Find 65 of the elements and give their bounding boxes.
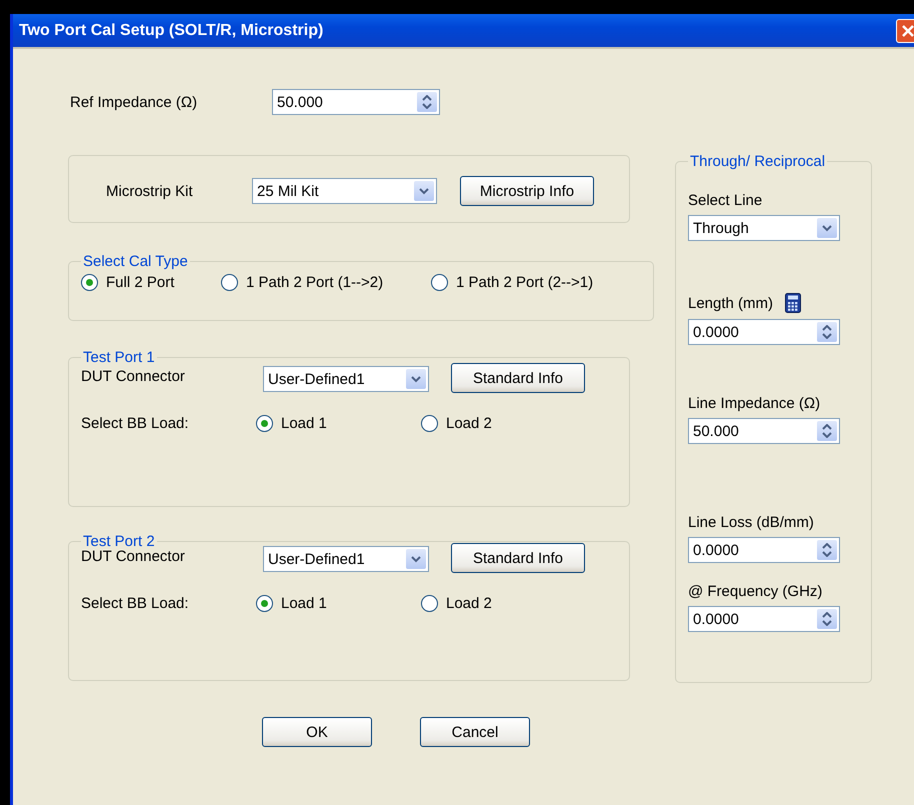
spin-buttons[interactable] [817, 421, 837, 441]
spin-buttons[interactable] [817, 609, 837, 629]
spin-buttons[interactable] [817, 322, 837, 342]
chevron-down-icon [411, 376, 421, 382]
dropdown-button[interactable] [817, 218, 837, 238]
field-label: Line Impedance (Ω) [688, 395, 820, 412]
field-label: Line Loss (dB/mm) [688, 514, 814, 531]
field-label: Microstrip Kit [106, 182, 194, 200]
field-label: Select BB Load: [81, 415, 190, 432]
chevron-down-icon [419, 188, 429, 194]
spin-box[interactable]: 0.0000 [688, 319, 840, 345]
radio-option[interactable]: 1 Path 2 Port (1-->2) [221, 274, 431, 291]
radio-option[interactable]: Load 1 [256, 595, 421, 612]
field-label: DUT Connector [81, 368, 186, 385]
spin-box[interactable]: 50.000 [688, 418, 840, 444]
up-down-arrows-icon [822, 612, 832, 626]
radio-dot[interactable] [81, 274, 98, 291]
radio-option[interactable]: Load 2 [421, 595, 586, 612]
group-title: Through/ Reciprocal [689, 153, 826, 170]
radio-dot[interactable] [256, 415, 273, 432]
window-title: Two Port Cal Setup (SOLT/R, Microstrip) [19, 22, 324, 40]
microstrip-info-button[interactable]: Microstrip Info [460, 176, 594, 206]
spin-box[interactable]: 0.0000 [688, 606, 840, 632]
ok-button[interactable]: OK [262, 717, 372, 747]
field-label: Length (mm) [688, 294, 774, 312]
radio-option[interactable]: Load 2 [421, 415, 586, 432]
field-label: DUT Connector [81, 548, 186, 565]
radio-dot[interactable] [431, 274, 448, 291]
radio-option[interactable]: Full 2 Port [81, 274, 221, 291]
field-label: Ref Impedance (Ω) [70, 94, 198, 110]
dropdown[interactable]: User-Defined1 [263, 366, 429, 392]
standard-info-button[interactable]: Standard Info [451, 543, 585, 573]
radio-dot[interactable] [221, 274, 238, 291]
radio-dot[interactable] [256, 595, 273, 612]
up-down-arrows-icon [822, 325, 832, 339]
spin-box[interactable]: 0.0000 [688, 537, 840, 563]
close-button[interactable] [896, 18, 914, 42]
close-icon [902, 24, 914, 36]
group-title: Test Port 1 [82, 349, 156, 366]
radio-dot[interactable] [421, 415, 438, 432]
spin-buttons[interactable] [817, 540, 837, 560]
up-down-arrows-icon [822, 424, 832, 438]
spin-buttons[interactable] [417, 92, 437, 112]
field-label: Select Line [688, 192, 762, 209]
field-label: Select BB Load: [81, 595, 190, 612]
cancel-button[interactable]: Cancel [420, 717, 530, 747]
up-down-arrows-icon [422, 95, 432, 109]
calculator-icon[interactable] [785, 293, 802, 313]
spin-box[interactable]: 50.000 [272, 89, 440, 115]
dropdown-button[interactable] [406, 369, 426, 389]
group-title: Select Cal Type [82, 253, 189, 270]
dropdown[interactable]: Through [688, 215, 840, 241]
dropdown[interactable]: User-Defined1 [263, 546, 429, 572]
dropdown[interactable]: 25 Mil Kit [252, 178, 437, 204]
radio-dot[interactable] [421, 595, 438, 612]
standard-info-button[interactable]: Standard Info [451, 363, 585, 393]
dropdown-button[interactable] [406, 549, 426, 569]
radio-option[interactable]: 1 Path 2 Port (2-->1) [431, 274, 641, 291]
group-title: Test Port 2 [82, 533, 156, 550]
chevron-down-icon [822, 224, 832, 232]
field-label: @ Frequency (GHz) [688, 583, 822, 600]
radio-option[interactable]: Load 1 [256, 415, 421, 432]
dropdown-button[interactable] [414, 181, 434, 201]
chevron-down-icon [411, 556, 421, 562]
up-down-arrows-icon [822, 543, 832, 557]
